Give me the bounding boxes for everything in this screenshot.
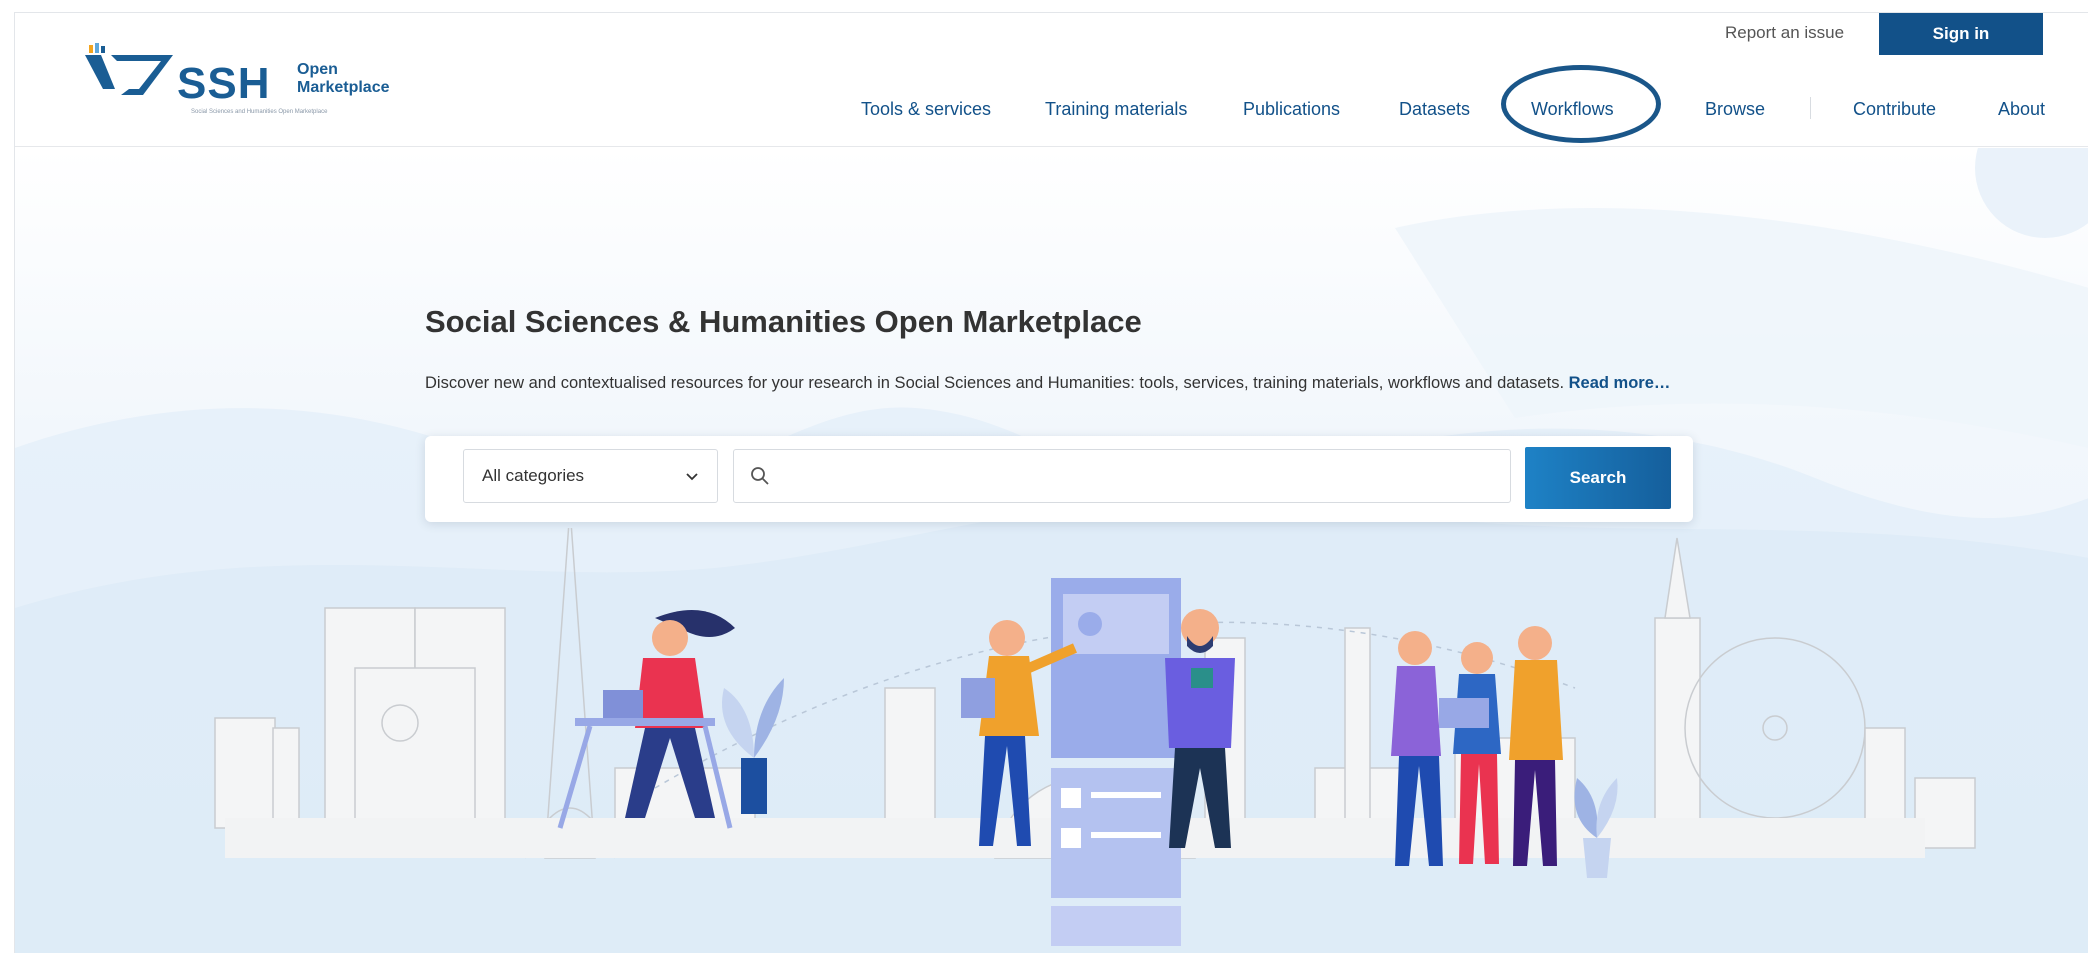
nav-about[interactable]: About [1998,99,2045,120]
hero-description-text: Discover new and contextualised resource… [425,374,1565,392]
main-nav: Tools & services Training materials Publ… [15,99,2088,129]
logo-line-1: Open [297,61,338,78]
site-header: SSH Open Marketplace Social Sciences and… [15,13,2088,147]
page: SSH Open Marketplace Social Sciences and… [14,12,2088,953]
chevron-down-icon [686,473,698,481]
nav-datasets[interactable]: Datasets [1399,99,1470,120]
category-select[interactable]: All categories [463,449,718,503]
logo-mark-icon [85,43,173,95]
workflows-highlight-ring [1501,65,1661,143]
nav-tools-services[interactable]: Tools & services [861,99,991,120]
nav-browse[interactable]: Browse [1705,99,1765,120]
search-icon [751,467,769,485]
hero-illustration [214,528,1976,946]
logo-line-2: Marketplace [297,79,390,96]
search-button[interactable]: Search [1525,447,1671,509]
hero-description: Discover new and contextualised resource… [425,374,1670,393]
search-input[interactable] [784,460,1484,494]
hero-section: Social Sciences & Humanities Open Market… [15,148,2088,953]
content-board [1051,578,1181,946]
person-at-desk [557,610,735,829]
page-title: Social Sciences & Humanities Open Market… [425,304,1142,339]
sign-in-button[interactable]: Sign in [1879,13,2043,55]
nav-contribute[interactable]: Contribute [1853,99,1936,120]
nav-publications[interactable]: Publications [1243,99,1340,120]
category-select-value: All categories [482,466,585,485]
nav-divider [1810,97,1811,119]
read-more-link[interactable]: Read more… [1569,374,1671,392]
nav-training-materials[interactable]: Training materials [1045,99,1187,120]
report-issue-link[interactable]: Report an issue [1725,23,1844,43]
search-box [733,449,1511,503]
search-card: All categories Search [425,436,1693,522]
